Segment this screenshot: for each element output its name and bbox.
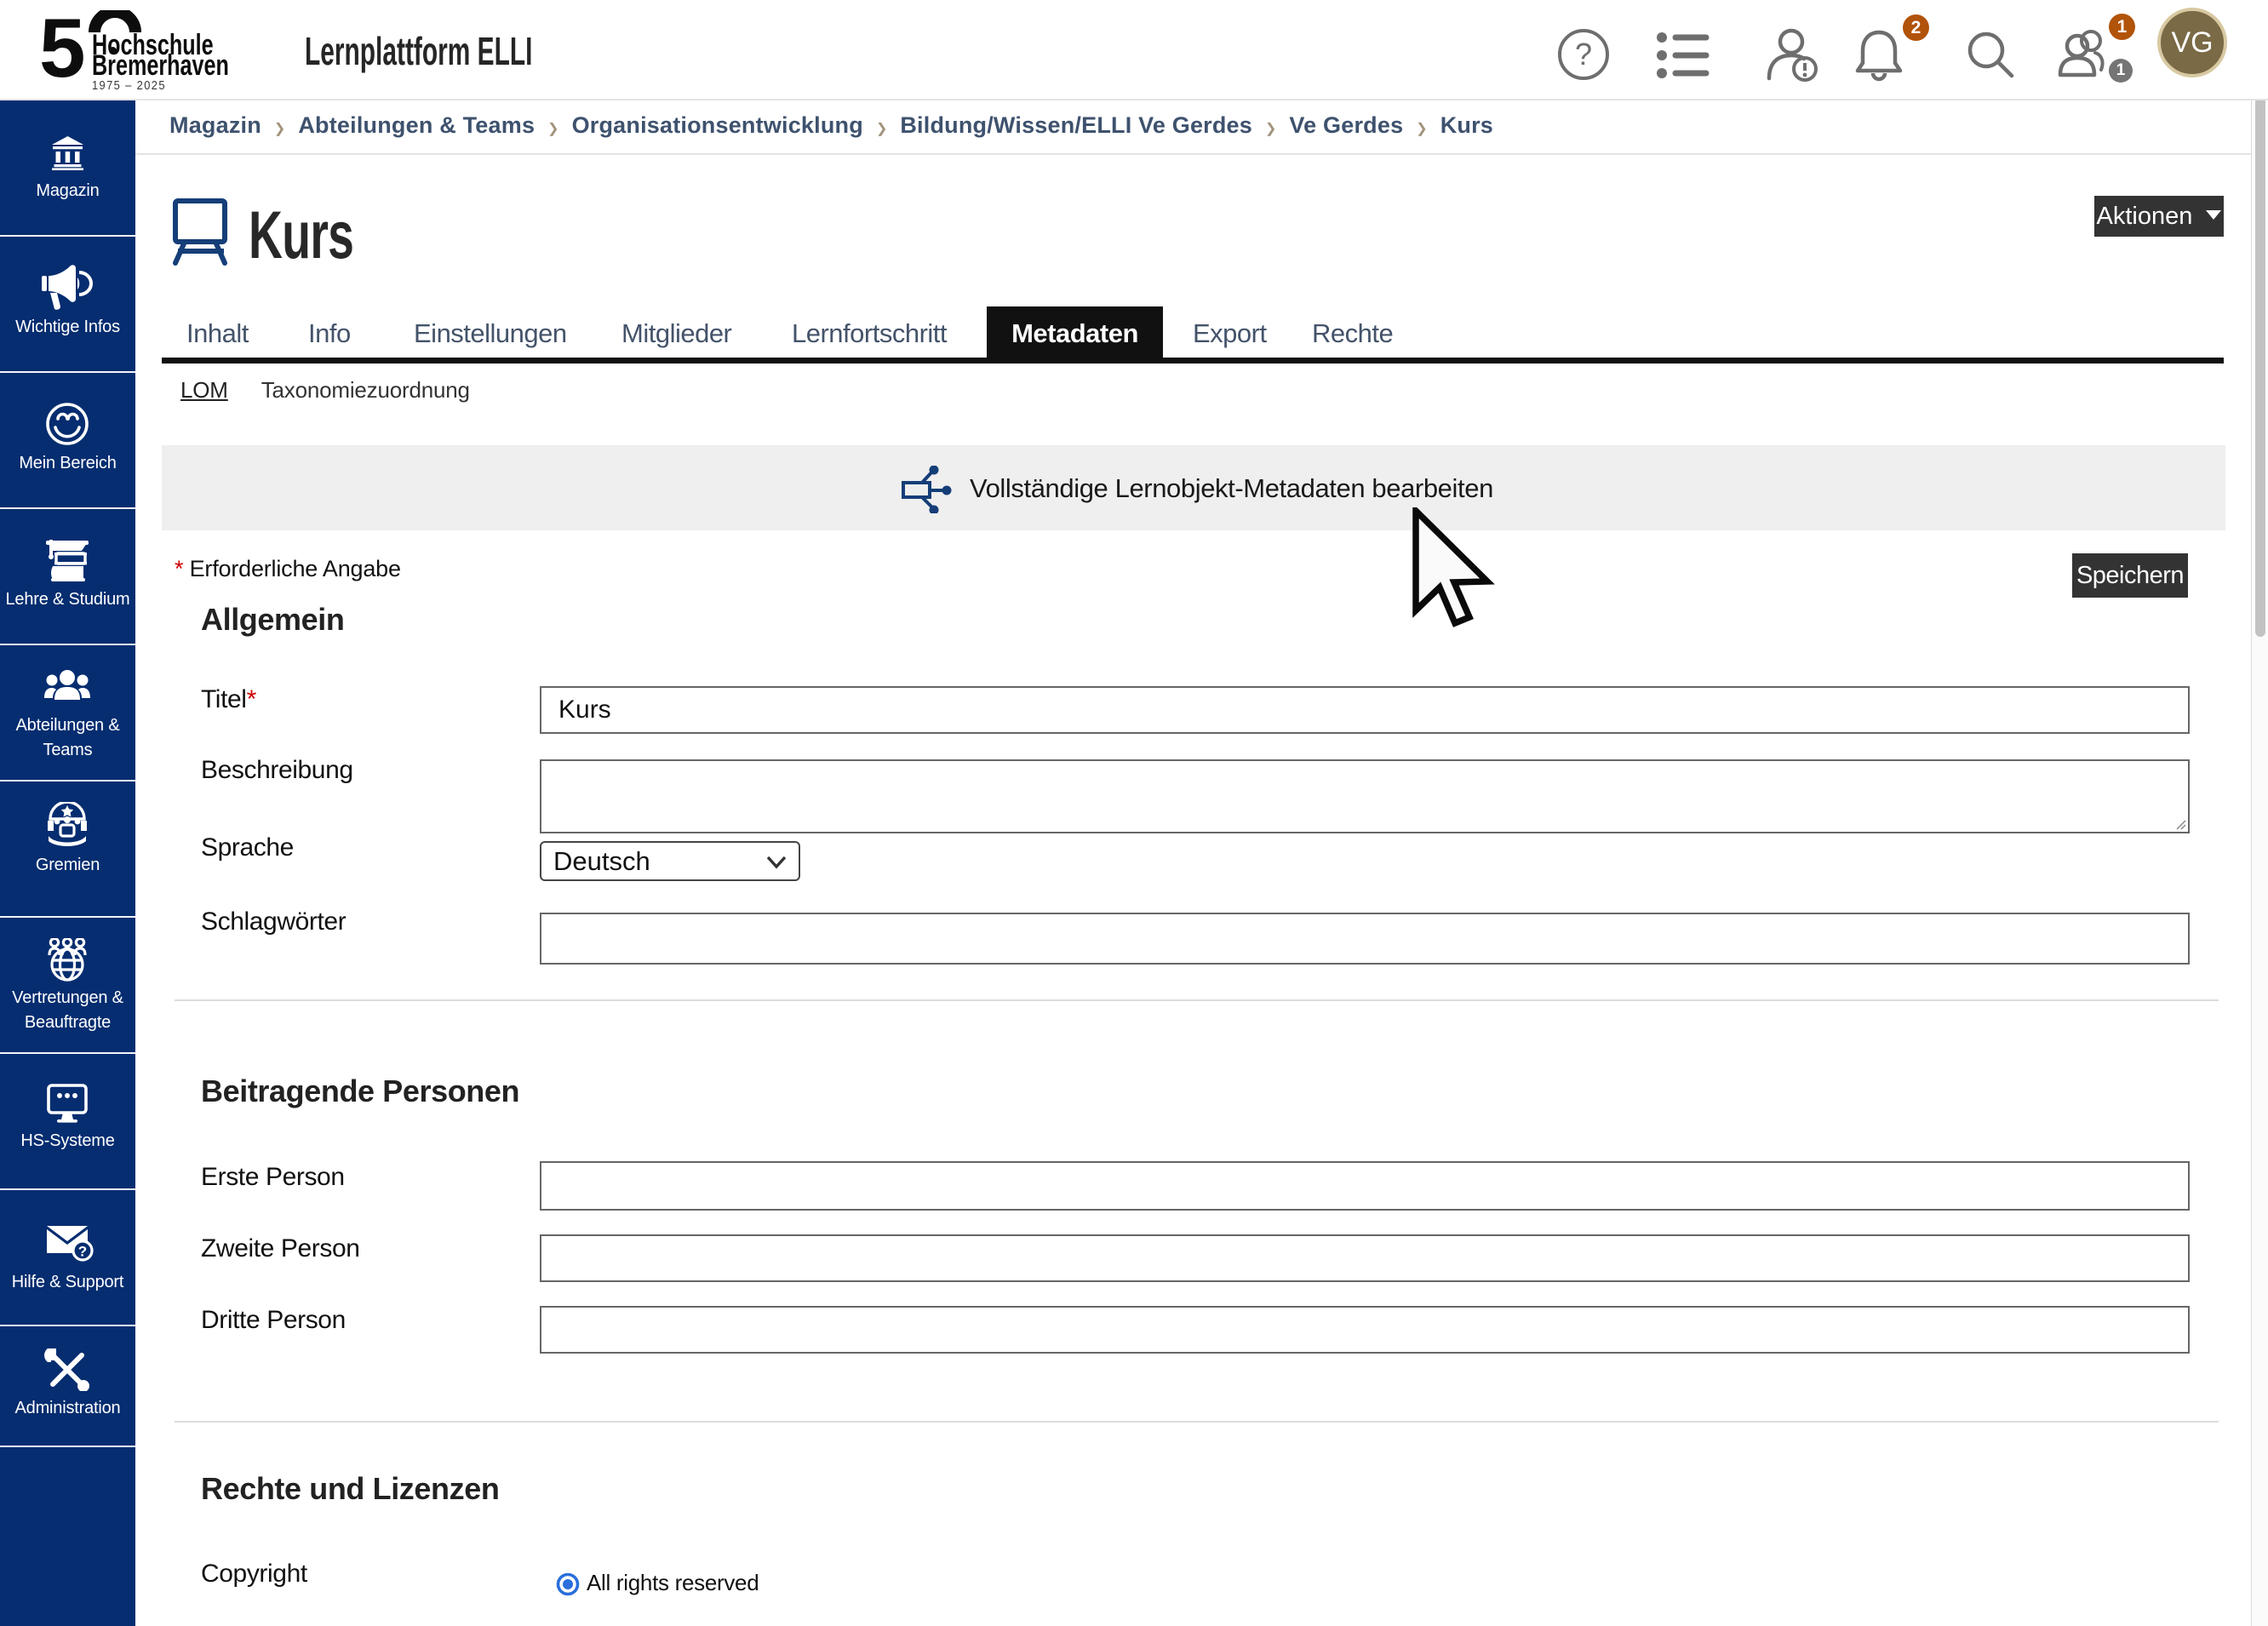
svg-text:?: ?	[1575, 37, 1592, 72]
svg-text:5: 5	[39, 10, 86, 94]
svg-text:?: ?	[78, 1244, 87, 1260]
